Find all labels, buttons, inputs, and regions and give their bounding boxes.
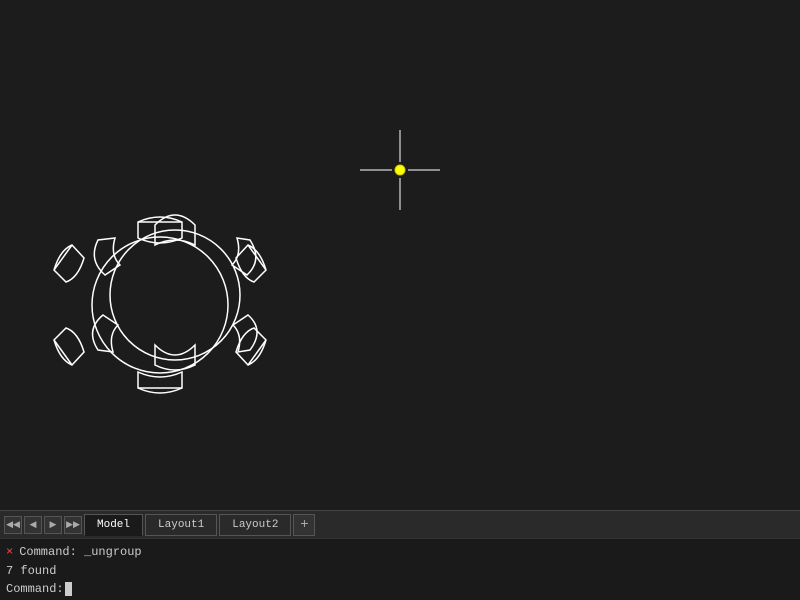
command-cursor (65, 582, 72, 596)
command-input-line: Command: (6, 582, 794, 596)
command-text-1: Command: _ungroup (19, 543, 141, 561)
furniture-cad-drawing (30, 150, 290, 450)
command-line-1: × Command: _ungroup (6, 543, 794, 561)
close-icon: × (6, 543, 13, 561)
tab-nav-last[interactable]: ▶▶ (64, 516, 82, 534)
tab-layout2[interactable]: Layout2 (219, 514, 291, 536)
command-area: × Command: _ungroup 7 found Command: (0, 538, 800, 600)
command-prompt: Command: (6, 582, 64, 596)
crosshair-cursor (360, 130, 440, 210)
tab-model[interactable]: Model (84, 514, 143, 536)
tab-nav-prev[interactable]: ◀ (24, 516, 42, 534)
canvas-viewport[interactable] (0, 0, 800, 510)
tab-nav-next[interactable]: ▶ (44, 516, 62, 534)
command-line-2: 7 found (6, 562, 794, 580)
tab-add-button[interactable]: + (293, 514, 315, 536)
tab-bar: ◀◀ ◀ ▶ ▶▶ Model Layout1 Layout2 + (0, 510, 800, 538)
command-result: 7 found (6, 562, 56, 580)
tab-nav-first[interactable]: ◀◀ (4, 516, 22, 534)
tab-layout1[interactable]: Layout1 (145, 514, 217, 536)
